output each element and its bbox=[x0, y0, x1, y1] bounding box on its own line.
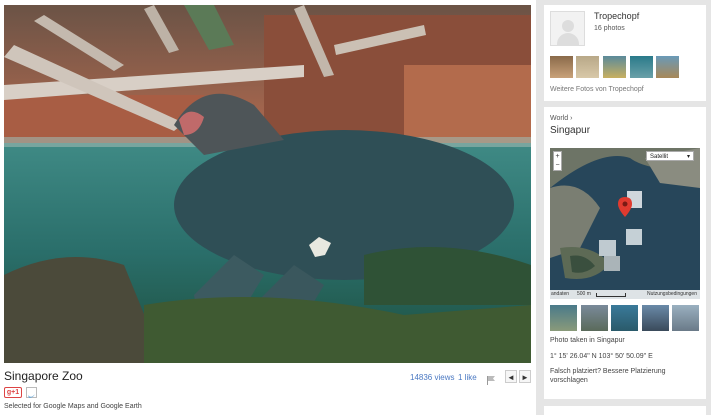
coordinates: 1° 15' 26.04" N 103° 50' 50.09" E bbox=[550, 353, 653, 360]
map-scale: 500 m bbox=[577, 291, 591, 297]
location-map[interactable]: Satellit ▾ + − andaten 500 m Nutzungsbedi… bbox=[550, 148, 700, 299]
likes-count[interactable]: 1 like bbox=[458, 373, 477, 382]
main-photo[interactable] bbox=[4, 5, 531, 363]
suggest-location-link[interactable]: Falsch platziert? Bessere Platzierung vo… bbox=[550, 367, 700, 385]
location-card: World › Singapur Satellit ▾ + − andaten 5… bbox=[544, 107, 706, 399]
location-title: Singapur bbox=[550, 125, 591, 136]
zoom-out-button[interactable]: − bbox=[554, 161, 561, 170]
breadcrumb[interactable]: World › bbox=[550, 115, 572, 122]
map-data-text: andaten bbox=[551, 291, 570, 297]
more-photos-link[interactable]: Weitere Fotos von Tropechopf bbox=[550, 86, 644, 93]
user-thumb[interactable] bbox=[603, 56, 626, 78]
avatar-body-icon bbox=[557, 33, 579, 45]
location-thumb[interactable] bbox=[581, 305, 608, 331]
map-type-select[interactable]: Satellit ▾ bbox=[646, 151, 694, 161]
gplus-button[interactable]: g+1 bbox=[4, 387, 22, 398]
location-thumb[interactable] bbox=[550, 305, 577, 331]
terms-link[interactable]: Nutzungsbedingungen bbox=[647, 290, 697, 299]
hippo-photo bbox=[4, 5, 531, 363]
prev-photo-button[interactable]: ◄ bbox=[505, 370, 517, 383]
user-thumb[interactable] bbox=[630, 56, 653, 78]
selected-note: Selected for Google Maps and Google Eart… bbox=[4, 403, 142, 410]
photo-panel: Singapore Zoo 14836 views 1 like ◄ ► g+1… bbox=[0, 0, 536, 415]
photo-stats: 14836 views 1 like bbox=[410, 373, 477, 382]
zoom-in-button[interactable]: + bbox=[554, 152, 561, 161]
user-thumb[interactable] bbox=[656, 56, 679, 78]
avatar-head-icon bbox=[562, 20, 574, 32]
location-thumb[interactable] bbox=[672, 305, 699, 331]
map-type-label: Satellit bbox=[650, 154, 669, 160]
next-photo-button[interactable]: ► bbox=[519, 370, 531, 383]
satellite-map bbox=[550, 148, 700, 299]
user-thumb[interactable] bbox=[550, 56, 573, 78]
map-marker-icon[interactable] bbox=[618, 197, 632, 217]
next-card bbox=[544, 406, 706, 415]
chevron-down-icon: ▾ bbox=[686, 154, 690, 160]
photo-taken-in: Photo taken in Singapur bbox=[550, 337, 625, 344]
scale-bar bbox=[596, 293, 626, 297]
photo-title: Singapore Zoo bbox=[4, 369, 83, 383]
more-photos-name: Tropechopf bbox=[608, 86, 644, 93]
user-name[interactable]: Tropechopf bbox=[594, 11, 639, 21]
map-footer: andaten 500 m Nutzungsbedingungen bbox=[550, 290, 700, 299]
flag-icon[interactable] bbox=[487, 372, 495, 385]
twitter-icon[interactable] bbox=[26, 387, 37, 398]
user-card: Tropechopf 16 photos Weitere Fotos von T… bbox=[544, 5, 706, 101]
zoom-control[interactable]: + − bbox=[553, 151, 562, 171]
location-thumb[interactable] bbox=[611, 305, 638, 331]
views-count: 14836 views bbox=[410, 373, 455, 382]
location-thumb[interactable] bbox=[642, 305, 669, 331]
user-thumb[interactable] bbox=[576, 56, 599, 78]
more-photos-prefix: Weitere Fotos von bbox=[550, 86, 609, 93]
avatar[interactable] bbox=[550, 11, 585, 46]
photo-count: 16 photos bbox=[594, 25, 625, 32]
